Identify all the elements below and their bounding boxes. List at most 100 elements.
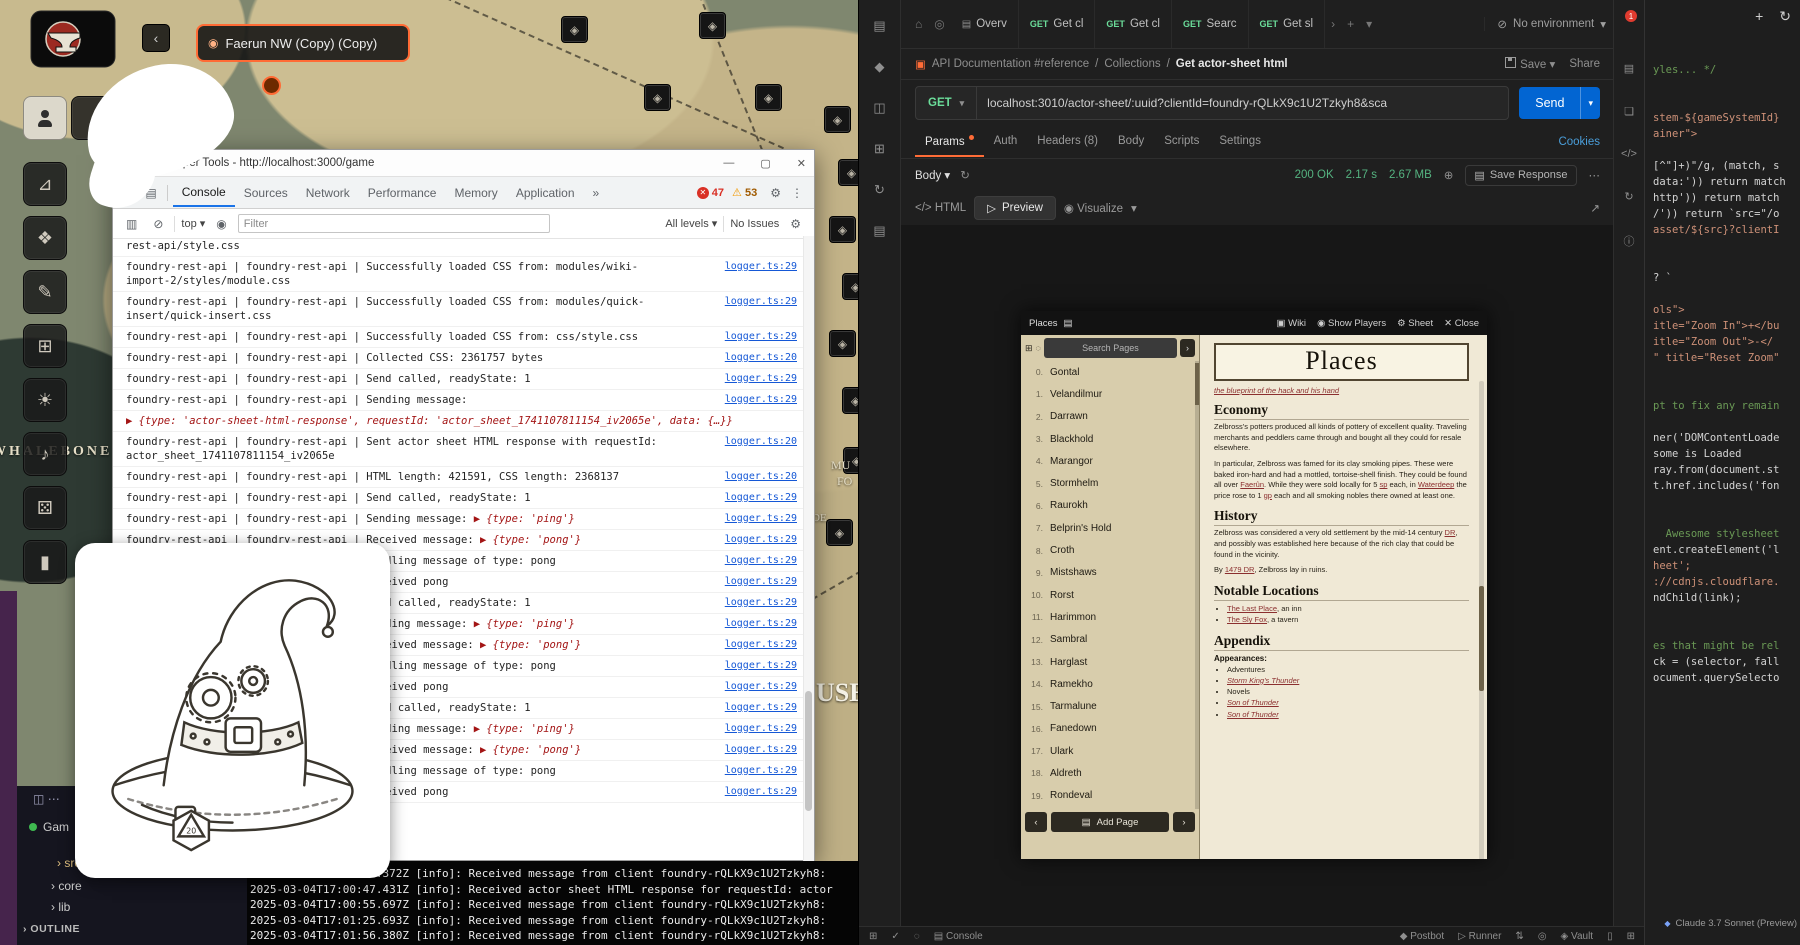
- tree-item-core[interactable]: › core: [51, 879, 82, 893]
- journal-page-item[interactable]: 7.Belprin's Hold: [1021, 517, 1199, 539]
- source-link[interactable]: logger.ts:29: [725, 785, 797, 799]
- source-link[interactable]: logger.ts:29: [725, 764, 797, 778]
- save-response-button[interactable]: ▤Save Response: [1465, 165, 1576, 186]
- comments-icon[interactable]: ❏: [1624, 105, 1634, 118]
- history-icon[interactable]: ↻: [874, 182, 885, 198]
- response-more-icon[interactable]: ⋯: [1589, 168, 1601, 182]
- journal-page-item[interactable]: 14.Ramekho: [1021, 673, 1199, 695]
- view-preview-tab[interactable]: ▷Preview: [974, 196, 1056, 220]
- new-chat-icon[interactable]: +: [1755, 8, 1763, 25]
- console-filter-input[interactable]: [238, 214, 550, 233]
- journal-page-item[interactable]: 1.Velandilmur: [1021, 383, 1199, 405]
- source-link[interactable]: logger.ts:29: [725, 659, 797, 673]
- clear-console-icon[interactable]: ⊘: [153, 217, 163, 231]
- mock-servers-icon[interactable]: ⊞: [874, 141, 885, 157]
- console-log-row[interactable]: rest-api/style.css: [113, 236, 805, 257]
- save-button[interactable]: Save ▾: [1505, 57, 1555, 71]
- send-options-caret[interactable]: ▾: [1580, 87, 1600, 119]
- cookies-link[interactable]: Cookies: [1558, 136, 1600, 148]
- console-toggle[interactable]: ▤ Console: [934, 931, 983, 942]
- environments-icon[interactable]: ◫: [873, 100, 885, 116]
- request-section-tab[interactable]: Auth: [984, 127, 1028, 158]
- warning-count[interactable]: ⚠ 53: [732, 186, 757, 199]
- console-settings-gear-icon[interactable]: ⚙: [790, 217, 801, 231]
- capture-icon[interactable]: ⇅: [1515, 931, 1523, 942]
- tool-dice-button[interactable]: ⚄: [23, 486, 67, 530]
- breadcrumb-collections[interactable]: Collections: [1104, 58, 1160, 70]
- source-link[interactable]: logger.ts:29: [725, 533, 797, 547]
- console-scrollbar[interactable]: [803, 236, 814, 861]
- content-link[interactable]: Son of Thunder: [1227, 710, 1279, 719]
- tree-item-lib[interactable]: › lib: [51, 900, 70, 914]
- tool-tiles-button[interactable]: ❖: [23, 216, 67, 260]
- home-icon[interactable]: ⌂: [915, 17, 922, 31]
- source-link[interactable]: logger.ts:20: [725, 470, 797, 484]
- context-selector[interactable]: top ▾: [181, 217, 205, 230]
- error-count[interactable]: ✕47: [697, 187, 724, 199]
- scrollbar-thumb[interactable]: [805, 691, 812, 811]
- code-lines[interactable]: yles... */ stem-${gameSystemId}ainer"> […: [1653, 62, 1786, 686]
- model-selector[interactable]: ◆ Claude 3.7 Sonnet (Preview): [1664, 918, 1797, 929]
- share-button[interactable]: Share: [1569, 58, 1600, 70]
- status-search-icon[interactable]: ◌: [914, 931, 920, 942]
- source-link[interactable]: logger.ts:20: [725, 435, 797, 449]
- journal-page-item[interactable]: 12.Sambral: [1021, 629, 1199, 651]
- code-snippet-icon[interactable]: </>: [1621, 148, 1637, 160]
- console-log-row[interactable]: logger.ts:29foundry-rest-api | foundry-r…: [113, 292, 805, 327]
- view-html-tab[interactable]: </> HTML: [915, 202, 966, 214]
- tab-sources[interactable]: Sources: [235, 179, 297, 206]
- source-link[interactable]: logger.ts:29: [725, 295, 797, 309]
- source-link[interactable]: logger.ts:29: [725, 512, 797, 526]
- status-check-icon[interactable]: ✓: [891, 931, 899, 942]
- runner-button[interactable]: ▷ Runner: [1458, 931, 1501, 942]
- journal-page-item[interactable]: 6.Raurokh: [1021, 495, 1199, 517]
- sidebar-collapse-button[interactable]: ›: [1180, 339, 1195, 357]
- tool-walls-button[interactable]: ⊞: [23, 324, 67, 368]
- workspace-icon[interactable]: ◎: [934, 17, 944, 31]
- source-link[interactable]: logger.ts:29: [725, 722, 797, 736]
- console-log-row[interactable]: logger.ts:20foundry-rest-api | foundry-r…: [113, 432, 805, 467]
- journal-page-item[interactable]: 19.Rondeval: [1021, 785, 1199, 807]
- maximize-button[interactable]: ▢: [760, 157, 770, 170]
- tab-application[interactable]: Application: [507, 179, 584, 206]
- pages-mode-icon[interactable]: ⊞: [1025, 343, 1033, 354]
- tab-console[interactable]: Console: [173, 178, 235, 207]
- map-note-icon[interactable]: ◈: [826, 519, 853, 546]
- console-sidebar-icon[interactable]: ▥: [126, 217, 137, 231]
- request-section-tab[interactable]: Headers (8): [1027, 127, 1108, 158]
- notification-badge[interactable]: 1: [1625, 10, 1637, 22]
- tool-measure-button[interactable]: ⊿: [23, 162, 67, 206]
- source-link[interactable]: logger.ts:29: [725, 596, 797, 610]
- console-log-row[interactable]: logger.ts:20foundry-rest-api | foundry-r…: [113, 348, 805, 369]
- sheet-button[interactable]: ⚙ Sheet: [1397, 318, 1433, 329]
- request-section-tab[interactable]: Params: [915, 127, 984, 158]
- map-note-icon[interactable]: ◈: [561, 16, 588, 43]
- tab-menu-caret[interactable]: ▾: [1366, 17, 1372, 31]
- tool-drawings-button[interactable]: ✎: [23, 270, 67, 314]
- tab-network[interactable]: Network: [297, 179, 359, 206]
- response-history-icon[interactable]: ↻: [960, 168, 970, 182]
- journal-page-item[interactable]: 0.Gontal: [1021, 361, 1199, 383]
- outline-section[interactable]: › OUTLINE: [23, 923, 80, 935]
- journal-page-item[interactable]: 3.Blackhold: [1021, 428, 1199, 450]
- request-tab[interactable]: GETSearc: [1172, 0, 1249, 48]
- request-section-tab[interactable]: Settings: [1209, 127, 1271, 158]
- tool-sounds-button[interactable]: ♪: [23, 432, 67, 476]
- eye-icon[interactable]: ◉: [216, 217, 226, 231]
- console-log-row[interactable]: logger.ts:29foundry-rest-api | foundry-r…: [113, 369, 805, 390]
- view-caret[interactable]: ▾: [1131, 201, 1137, 215]
- log-levels-dropdown[interactable]: All levels ▾: [665, 217, 717, 230]
- journal-page-item[interactable]: 11.Harimmon: [1021, 606, 1199, 628]
- documentation-icon[interactable]: ▤: [1624, 62, 1634, 75]
- source-link[interactable]: logger.ts:29: [725, 680, 797, 694]
- sidebar-scrollbar[interactable]: [1195, 361, 1199, 809]
- map-note-icon[interactable]: ◈: [644, 84, 671, 111]
- request-refresh-icon[interactable]: ↻: [1624, 190, 1633, 203]
- kebab-menu-icon[interactable]: ⋮: [791, 186, 803, 200]
- url-input[interactable]: [977, 96, 1508, 110]
- content-link[interactable]: Faerûn: [1240, 480, 1264, 489]
- map-note-icon[interactable]: ◈: [829, 216, 856, 243]
- request-tab[interactable]: ▤Overv: [951, 0, 1019, 48]
- info-icon[interactable]: ⓘ: [1624, 233, 1635, 249]
- trash-icon[interactable]: ▯: [1607, 931, 1613, 942]
